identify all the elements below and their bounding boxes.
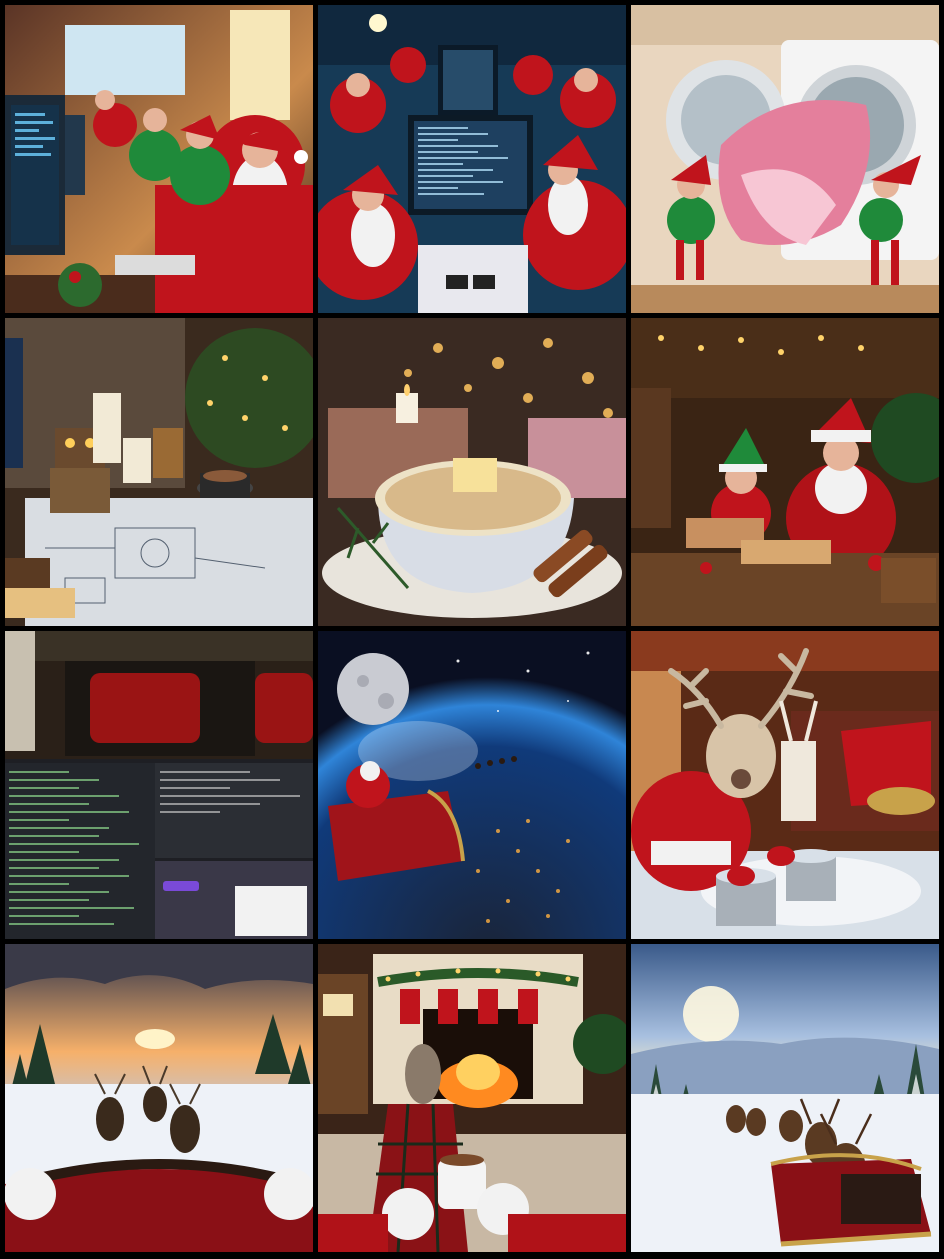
tile-robot-blueprint-desk — [5, 318, 313, 626]
tile-sleigh-snowy-valley — [631, 944, 939, 1252]
tile-elves-coding-office — [5, 5, 313, 313]
tile-elves-washing-machine — [631, 5, 939, 313]
tile-reindeer-cleaning — [631, 631, 939, 939]
tile-santa-elf-workshop — [631, 318, 939, 626]
tile-rice-pudding-bowl — [318, 318, 626, 626]
tile-santa-sleigh-over-earth — [318, 631, 626, 939]
photo-collage-grid — [0, 0, 944, 1259]
tile-santas-team-at-monitors — [318, 5, 626, 313]
tile-train-laptop-code — [5, 631, 313, 939]
tile-fireplace-cocoa — [318, 944, 626, 1252]
tile-sleigh-ride-pov — [5, 944, 313, 1252]
